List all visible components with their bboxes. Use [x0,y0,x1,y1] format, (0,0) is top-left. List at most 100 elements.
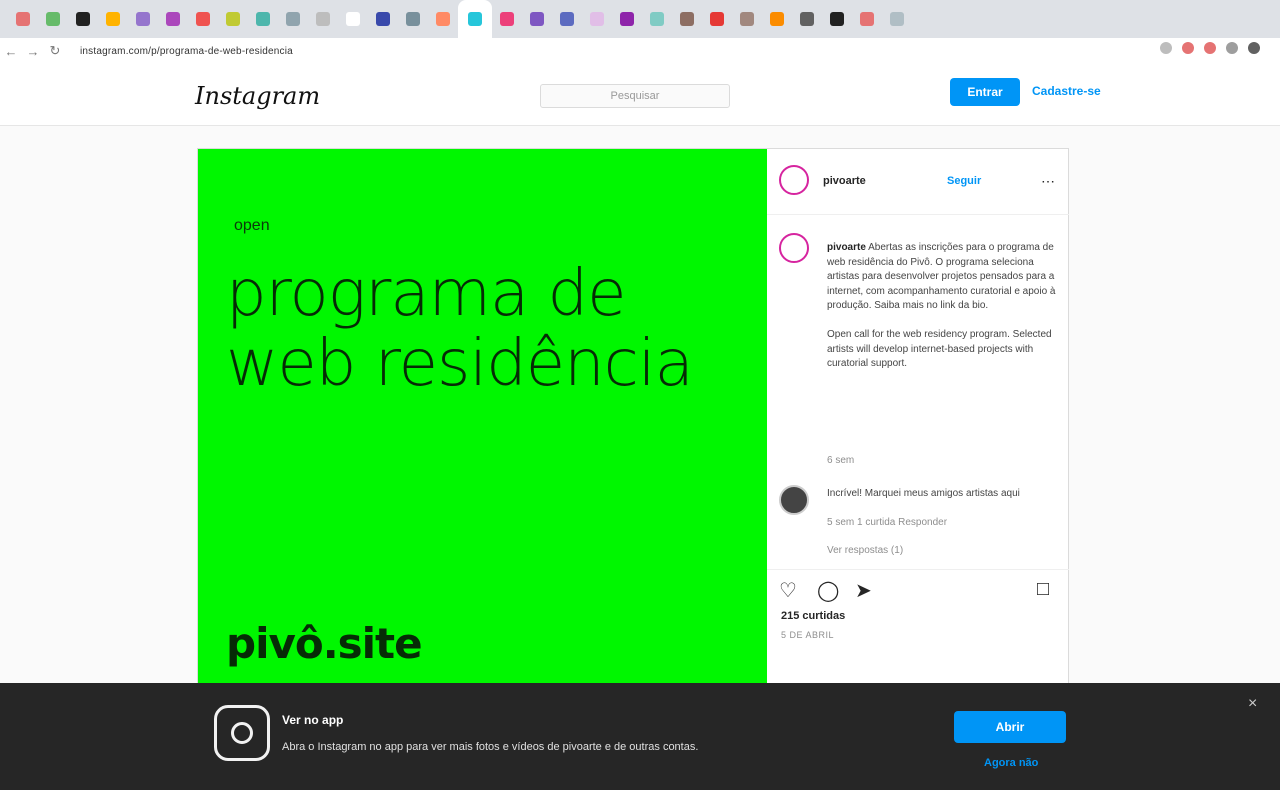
close-icon[interactable]: × [1248,695,1257,713]
browser-tab[interactable] [38,0,68,38]
tab-favicon-icon [196,12,210,26]
tab-favicon-icon [740,12,754,26]
tab-favicon-icon [346,12,360,26]
post-image-small-text: open [234,217,270,234]
search-input[interactable]: Pesquisar [540,84,730,108]
tab-favicon-icon [16,12,30,26]
tab-favicon-icon [530,12,544,26]
browser-tab[interactable] [368,0,398,38]
browser-tab[interactable] [792,0,822,38]
browser-tab-strip [0,0,1280,38]
tab-favicon-icon [376,12,390,26]
tab-favicon-icon [860,12,874,26]
tab-favicon-icon [46,12,60,26]
extension-icon[interactable] [1204,42,1216,54]
post-image[interactable]: open programa de web residência pivô.sit… [198,149,767,689]
reload-icon[interactable]: ↻ [44,43,66,59]
tab-favicon-icon [590,12,604,26]
extension-icon[interactable] [1182,42,1194,54]
tab-favicon-icon [770,12,784,26]
instagram-header: Instagram Pesquisar Entrar Cadastre-se [0,64,1280,126]
browser-tab[interactable] [128,0,158,38]
browser-tab[interactable] [522,0,552,38]
post-image-brand: pivô.site [226,619,423,668]
post-image-title: programa de web residência [226,257,694,401]
likes-count[interactable]: 215 curtidas [781,610,845,622]
browser-tab[interactable] [188,0,218,38]
more-options-icon[interactable]: ⋯ [1041,173,1055,190]
browser-tab[interactable] [702,0,732,38]
star-icon[interactable] [1160,42,1172,54]
tab-favicon-icon [710,12,724,26]
tab-favicon-icon [560,12,574,26]
extension-bar [1160,42,1260,54]
browser-tab[interactable] [642,0,672,38]
caption-avatar[interactable] [779,233,809,263]
post-card: open programa de web residência pivô.sit… [197,148,1069,689]
browser-tab[interactable] [428,0,458,38]
tab-favicon-icon [76,12,90,26]
follow-button[interactable]: Seguir [947,175,981,187]
tab-favicon-icon [830,12,844,26]
forward-icon[interactable]: → [22,44,44,59]
tab-favicon-icon [286,12,300,26]
profile-icon[interactable] [1248,42,1260,54]
author-username[interactable]: pivoarte [823,175,866,187]
browser-tab[interactable] [278,0,308,38]
back-icon[interactable]: ← [0,44,22,59]
caption-text-2: Open call for the web residency program.… [827,329,1052,369]
comment-meta: 5 sem 1 curtida Responder [827,517,948,528]
bookmark-icon[interactable]: □ [1037,578,1049,601]
browser-tab[interactable] [672,0,702,38]
browser-tab[interactable] [762,0,792,38]
post-caption: pivoarte Abertas as inscrições para o pr… [827,241,1059,372]
browser-tab[interactable] [552,0,582,38]
browser-tab[interactable] [492,0,522,38]
tab-favicon-icon [620,12,634,26]
browser-tab[interactable] [822,0,852,38]
browser-tab[interactable] [582,0,612,38]
browser-tab[interactable] [68,0,98,38]
tab-favicon-icon [890,12,904,26]
caption-time: 6 sem [827,455,855,466]
browser-toolbar: ← → ↻ instagram.com/p/programa-de-web-re… [0,38,1280,64]
browser-tab[interactable] [158,0,188,38]
browser-tab[interactable] [882,0,912,38]
commenter-avatar[interactable] [779,485,809,515]
tab-favicon-icon [136,12,150,26]
instagram-logo[interactable]: Instagram [195,82,320,110]
comment: Incrível! Marquei meus amigos artistas a… [827,487,1059,501]
browser-tab[interactable] [308,0,338,38]
tab-favicon-icon [680,12,694,26]
tab-favicon-icon [406,12,420,26]
post-actions: ♡ ◯ ➤ □ 215 curtidas 5 DE ABRIL [767,569,1069,689]
post-side-panel: pivoarte Seguir ⋯ pivoarte Abertas as in… [767,149,1069,689]
author-avatar[interactable] [779,165,809,195]
share-icon[interactable]: ➤ [855,578,872,603]
not-now-link[interactable]: Agora não [984,757,1038,769]
browser-tab[interactable] [852,0,882,38]
browser-tab[interactable] [338,0,368,38]
browser-tab[interactable] [248,0,278,38]
browser-tab[interactable] [612,0,642,38]
signup-link[interactable]: Cadastre-se [1032,84,1101,98]
browser-tab[interactable] [398,0,428,38]
browser-tab[interactable] [8,0,38,38]
browser-tab[interactable] [98,0,128,38]
heart-icon[interactable]: ♡ [779,578,797,603]
post-header: pivoarte Seguir ⋯ [767,149,1069,215]
open-app-button[interactable]: Abrir [954,711,1066,743]
tab-favicon-icon [166,12,180,26]
extension-icon[interactable] [1226,42,1238,54]
comment-icon[interactable]: ◯ [817,578,839,603]
login-button[interactable]: Entrar [950,78,1020,106]
tab-favicon-icon [256,12,270,26]
address-bar[interactable]: instagram.com/p/programa-de-web-residenc… [80,46,293,57]
caption-username[interactable]: pivoarte [827,242,866,253]
browser-tab[interactable] [458,0,492,38]
browser-tab[interactable] [218,0,248,38]
tab-favicon-icon [106,12,120,26]
browser-tab[interactable] [732,0,762,38]
view-replies-link[interactable]: Ver respostas (1) [827,545,903,556]
banner-text: Abra o Instagram no app para ver mais fo… [282,741,699,753]
